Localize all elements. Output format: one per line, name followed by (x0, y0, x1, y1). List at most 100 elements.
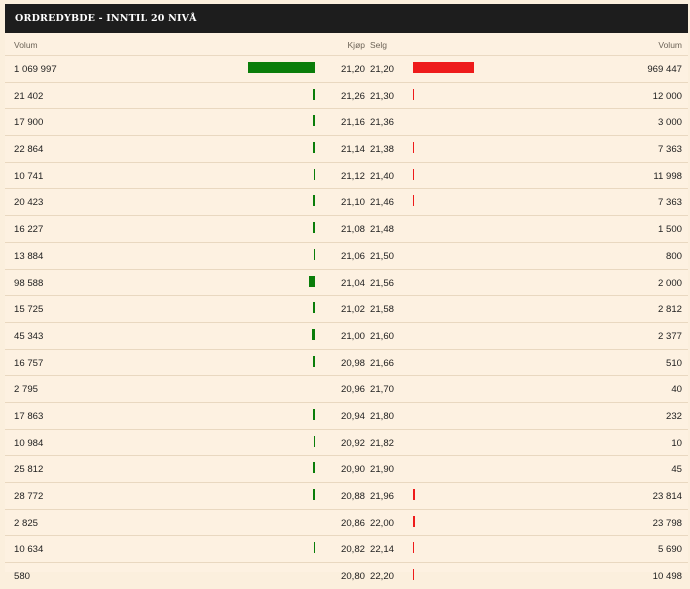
buy-volume: 20 423 (14, 197, 44, 209)
order-level-row: 580 20,80 22,20 10 498 (5, 563, 688, 589)
buy-volume: 45 343 (14, 330, 44, 342)
sell-volume: 2 377 (657, 330, 682, 342)
buy-volume: 10 741 (14, 170, 44, 182)
buy-price: 21,14 (340, 144, 365, 156)
order-level-row: 1 069 997 21,20 21,20 969 447 (5, 56, 688, 83)
order-level-row: 17 863 20,94 21,80 232 (5, 403, 688, 430)
buy-price: 21,16 (340, 117, 365, 129)
buy-price: 21,26 (340, 90, 365, 102)
sell-price: 21,70 (370, 384, 395, 396)
order-level-row: 13 884 21,06 21,50 800 (5, 243, 688, 270)
sell-price: 21,66 (370, 357, 395, 369)
buy-price: 20,94 (340, 410, 365, 422)
sell-price: 22,20 (370, 571, 395, 583)
sell-depth-bar (413, 195, 414, 207)
buy-volume: 15 725 (14, 304, 44, 316)
buy-volume: 17 863 (14, 410, 44, 422)
order-level-row: 15 725 21,02 21,58 2 812 (5, 296, 688, 323)
sell-depth-bar (413, 88, 414, 100)
buy-volume: 2 795 (14, 384, 39, 396)
sell-price: 21,48 (370, 224, 395, 236)
order-level-row: 45 343 21,00 21,60 2 377 (5, 323, 688, 350)
buy-price: 20,82 (340, 544, 365, 556)
buy-depth-bar (313, 355, 315, 367)
sell-price: 22,00 (370, 517, 395, 529)
buy-depth-bar (314, 435, 315, 447)
order-level-row: 10 741 21,12 21,40 11 998 (5, 163, 688, 190)
sell-price: 21,50 (370, 250, 395, 262)
buy-volume: 2 825 (14, 517, 39, 529)
buy-depth-bar (312, 328, 315, 340)
sell-price: 21,60 (370, 330, 395, 342)
buy-price: 21,04 (340, 277, 365, 289)
sell-depth-bar (413, 489, 415, 500)
buy-price: 21,12 (340, 170, 365, 182)
sell-volume: 232 (665, 410, 682, 422)
buy-price: 20,90 (340, 464, 365, 476)
sell-volume: 45 (671, 464, 682, 476)
buy-price: 20,80 (340, 571, 365, 583)
order-level-row: 10 984 20,92 21,82 10 (5, 430, 688, 457)
sell-depth-bar (413, 168, 414, 180)
buy-depth-bar (313, 302, 315, 314)
order-level-row: 25 812 20,90 21,90 45 (5, 456, 688, 483)
sell-volume: 5 690 (657, 544, 682, 556)
sell-volume: 1 500 (657, 224, 682, 236)
buy-price: 21,20 (340, 64, 365, 75)
buy-price: 21,08 (340, 224, 365, 236)
buy-depth-bar (309, 275, 315, 287)
sell-price: 21,96 (370, 491, 395, 502)
sell-volume: 23 798 (652, 517, 682, 529)
buy-depth-bar (313, 489, 315, 500)
sell-volume: 969 447 (647, 64, 682, 75)
order-level-row: 20 423 21,10 21,46 7 363 (5, 189, 688, 217)
buy-volume: 25 812 (14, 464, 44, 476)
sell-price: 21,90 (370, 464, 395, 476)
sell-depth-bar (413, 142, 414, 154)
buy-price: 20,92 (340, 437, 365, 449)
sell-volume: 23 814 (652, 491, 682, 502)
buy-price: 21,00 (340, 330, 365, 342)
sell-price-header: Selg (370, 40, 388, 50)
column-header-row: Volum Kjøp Selg Volum (5, 33, 688, 56)
sell-depth-bar (413, 515, 415, 527)
sell-price: 21,56 (370, 277, 395, 289)
buy-depth-bar (314, 168, 315, 180)
buy-price: 21,10 (340, 197, 365, 209)
sell-price: 21,36 (370, 117, 395, 129)
sell-volume: 800 (665, 250, 682, 262)
panel-title: ORDREDYBDE - INNTIL 20 NIVÅ (5, 4, 688, 33)
buy-price: 21,02 (340, 304, 365, 316)
buy-depth-bar (313, 222, 315, 234)
sell-volume-header: Volum (658, 40, 682, 50)
buy-depth-bar (313, 462, 315, 474)
order-level-row: 28 772 20,88 21,96 23 814 (5, 483, 688, 510)
buy-price: 20,98 (340, 357, 365, 369)
order-depth-panel: ORDREDYBDE - INNTIL 20 NIVÅ Volum Kjøp S… (5, 4, 688, 582)
order-level-row: 21 402 21,26 21,30 12 000 (5, 83, 688, 110)
order-level-row: 98 588 21,04 21,56 2 000 (5, 270, 688, 297)
buy-depth-bar (313, 142, 315, 154)
sell-volume: 2 812 (657, 304, 682, 316)
buy-depth-bar (314, 542, 315, 554)
sell-price: 21,30 (370, 90, 395, 102)
order-level-row: 16 227 21,08 21,48 1 500 (5, 216, 688, 243)
buy-volume: 98 588 (14, 277, 44, 289)
buy-depth-bar (313, 408, 315, 420)
buy-price: 20,96 (340, 384, 365, 396)
buy-volume: 13 884 (14, 250, 44, 262)
sell-depth-bar (413, 62, 474, 73)
sell-price: 21,80 (370, 410, 395, 422)
buy-price: 20,86 (340, 517, 365, 529)
sell-volume: 10 498 (652, 571, 682, 583)
buy-volume: 28 772 (14, 491, 44, 502)
sell-volume: 3 000 (657, 117, 682, 129)
sell-price: 21,20 (370, 64, 395, 75)
buy-price: 20,88 (340, 491, 365, 502)
sell-depth-bar (413, 569, 414, 581)
sell-volume: 11 998 (653, 170, 682, 182)
buy-volume: 21 402 (14, 90, 44, 102)
sell-price: 21,46 (370, 197, 395, 209)
order-book-rows: 1 069 997 21,20 21,20 969 447 21 402 21,26 21,… (5, 56, 688, 589)
order-level-row: 2 795 20,96 21,70 40 (5, 376, 688, 403)
